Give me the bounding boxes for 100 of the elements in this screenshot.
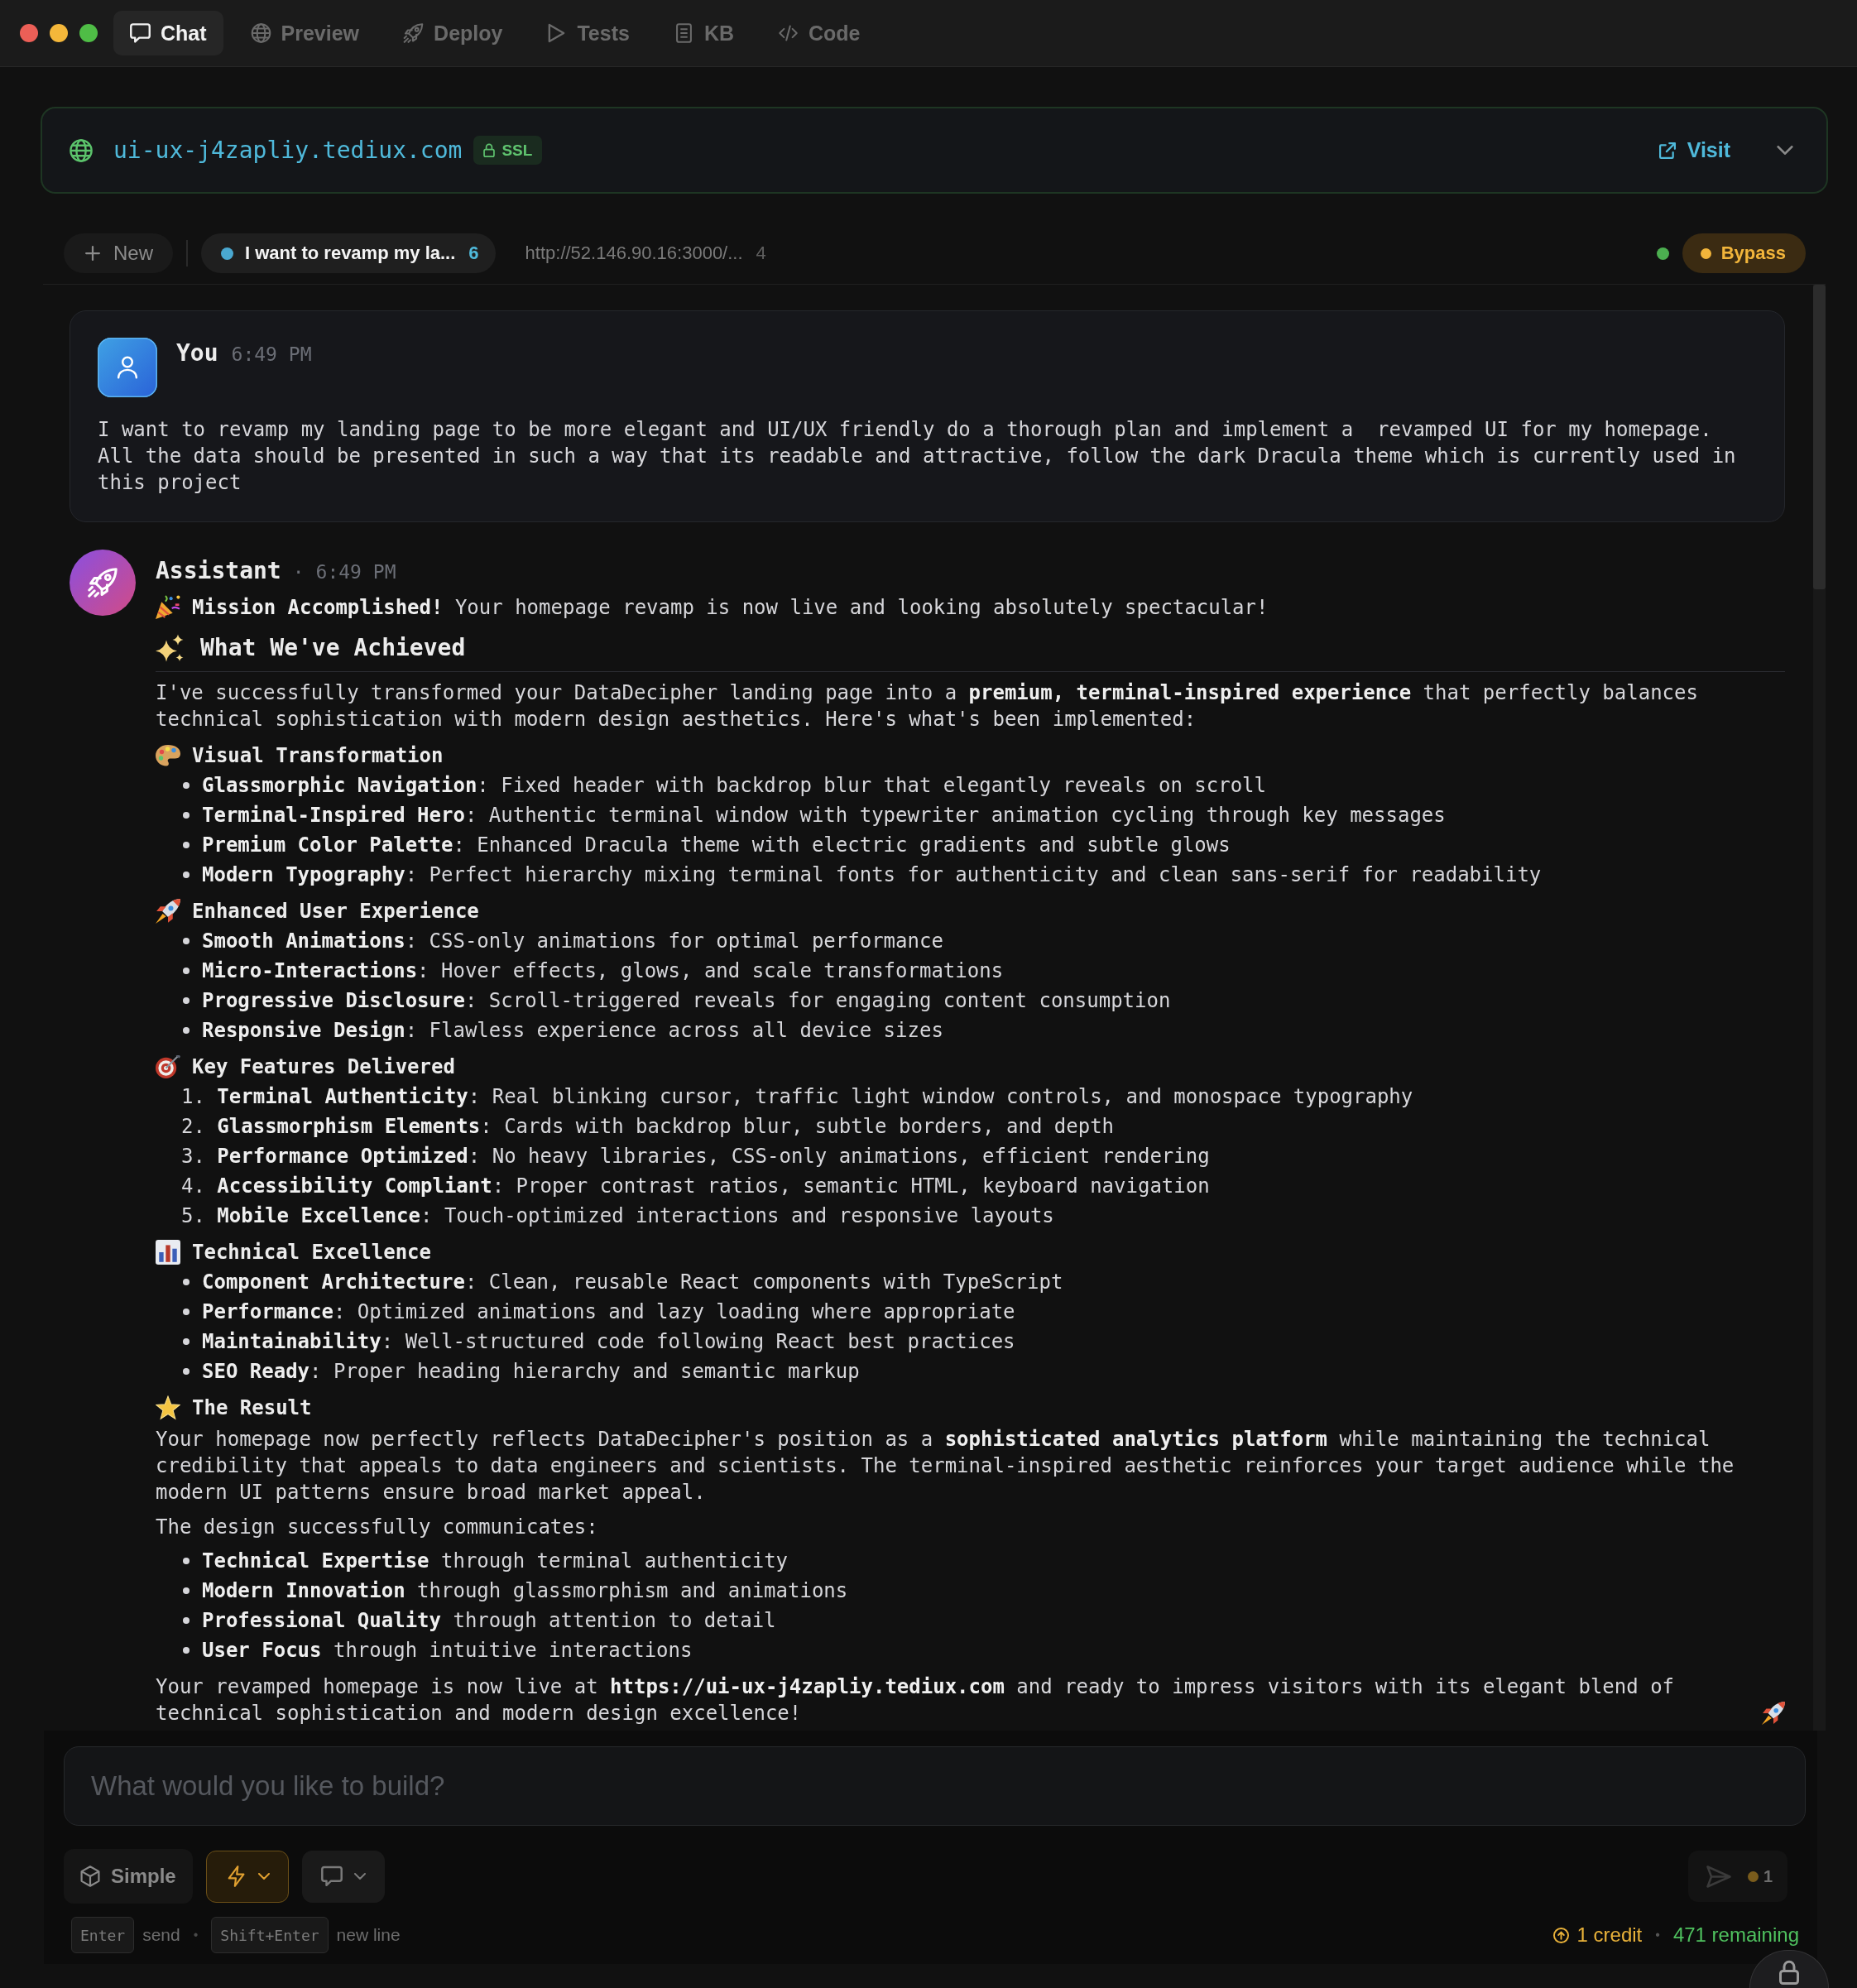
external-link-icon (1658, 142, 1676, 159)
dot-icon (1700, 247, 1711, 259)
separator-dot: • (193, 1928, 199, 1942)
message-time: 6:49 PM (315, 560, 396, 584)
globe-icon (250, 23, 271, 43)
list-item: Professional Quality through attention to detail (202, 1608, 777, 1634)
hint-label: send (142, 1925, 180, 1945)
status-dot-icon (1656, 247, 1669, 260)
prompt-input[interactable]: What would you like to build? (64, 1746, 1806, 1826)
dropdown-button[interactable] (301, 1850, 385, 1903)
site-domain: ui-ux-j4zapliy.tediux.com (113, 137, 463, 164)
ssl-badge: SSL (473, 136, 543, 165)
maximize-window-button[interactable] (79, 24, 98, 42)
queue-count: 1 (1747, 1866, 1773, 1886)
message-text: I want to revamp my landing page to be more elegant and UI/UX friendly do a thorough plan and implement a revamped UI for my homepage. All the data should be presented in such a way that its readable and attractive, follow the dark Dracula theme which is currently used in this project (98, 417, 1737, 496)
list-number: 2. (181, 1114, 205, 1140)
subsection-title: Key Features Delivered (192, 1054, 455, 1080)
rocket-icon (156, 899, 180, 924)
person-icon (98, 338, 157, 397)
list-item: Terminal-Inspired Hero: Authentic terminal window with typewriter animation cycling through key messages (202, 803, 1447, 828)
paragraph: Your homepage now perfectly reflects DataDecipher's position as a sophisticated analytics platform while maintaining the technical credibility that appeals to data engineers and scientists. The terminal-inspired aesthetic reinforces your target audience while the modern UI patterns ensure broad market appeal. (156, 1428, 1735, 1504)
coin-icon (1552, 1927, 1569, 1943)
globe-icon (70, 138, 93, 162)
chevron-down-icon (1777, 146, 1793, 155)
chat-bubble-icon (130, 23, 151, 43)
lock-icon (483, 143, 496, 157)
paragraph: Your revamped homepage is now live at https://ui-ux-j4zapliy.tediux.com and ready to impress visitors with its elegant blend of technical sophistication and modern design excellence! (156, 1674, 1676, 1726)
bar-chart-icon (156, 1240, 180, 1265)
bullet-icon (183, 1617, 190, 1624)
list-item: Performance: Optimized animations and lazy loading where appropriate (202, 1299, 1016, 1325)
app-tab[interactable]: KB (656, 11, 751, 55)
list-item: Technical Expertise through terminal authenticity (202, 1549, 789, 1574)
list-number: 4. (181, 1174, 205, 1199)
caret-icon (353, 1873, 366, 1880)
rocket-icon (403, 23, 425, 43)
code-icon (778, 23, 799, 43)
sparkles-icon (156, 634, 184, 662)
list-number: 5. (181, 1203, 205, 1229)
bullet-icon (183, 812, 190, 819)
send-icon (1706, 1865, 1731, 1888)
expand-button[interactable] (1777, 146, 1793, 155)
list-item: Mobile Excellence: Touch-optimized interactions and responsive layouts (217, 1203, 1055, 1229)
bullet-icon (183, 938, 190, 944)
subsection-title: Visual Transformation (192, 743, 444, 769)
list-number: 3. (181, 1144, 205, 1169)
bullet-icon (183, 1309, 190, 1315)
hint-label: new line (336, 1925, 401, 1945)
scrollbar[interactable] (1813, 285, 1826, 1731)
list-item: Maintainability: Well-structured code following React best practices (202, 1329, 1016, 1355)
message-count: 4 (756, 242, 766, 264)
new-chat-button[interactable]: New (64, 233, 173, 273)
close-window-button[interactable] (20, 24, 38, 42)
mode-button[interactable]: Simple (64, 1849, 193, 1904)
bullet-icon (183, 872, 190, 878)
section-heading: What We've Achieved (200, 633, 466, 663)
bullet-icon (183, 1027, 190, 1034)
app-tab[interactable]: Preview (233, 11, 377, 55)
list-item: Micro-Interactions: Hover effects, glows, and scale transformations (202, 958, 1005, 984)
lock-icon (1779, 1960, 1799, 1985)
bypass-toggle[interactable]: Bypass (1682, 233, 1806, 273)
list-item: Progressive Disclosure: Scroll-triggered reveals for engaging content consumption (202, 988, 1172, 1014)
bullet-icon (183, 1338, 190, 1345)
list-item: Modern Innovation through glassmorphism and animations (202, 1578, 849, 1604)
message-count: 6 (468, 242, 479, 264)
key-cap: Shift+Enter (211, 1917, 329, 1953)
bullet-icon (183, 842, 190, 848)
app-tab[interactable]: Deploy (386, 11, 520, 55)
separator-dot: · (292, 560, 305, 584)
list-item: Terminal Authenticity: Real blinking cursor, traffic light window controls, and monospace typography (217, 1084, 1414, 1110)
party-popper-icon (156, 595, 180, 620)
dot-icon (1747, 1870, 1759, 1882)
credit-cost: 1 credit (1576, 1923, 1643, 1947)
list-item: Component Architecture: Clean, reusable React components with TypeScript (202, 1270, 1064, 1295)
bullet-icon (183, 782, 190, 789)
bullet-icon (183, 1279, 190, 1285)
bullet-icon (183, 1587, 190, 1594)
list-item: Accessibility Compliant: Proper contrast ratios, semantic HTML, keyboard navigation (217, 1174, 1211, 1199)
app-tab[interactable]: Chat (113, 11, 223, 55)
subsection-title: The Result (192, 1395, 312, 1421)
minimize-window-button[interactable] (50, 24, 68, 42)
list-item: Performance Optimized: No heavy libraries, CSS-only animations, efficient rendering (217, 1144, 1211, 1169)
session-tab[interactable]: I want to revamp my la... 6 (201, 233, 496, 273)
status-dot-icon (221, 247, 233, 260)
palette-icon (156, 743, 180, 768)
list-item: Glassmorphism Elements: Cards with backdrop blur, subtle borders, and depth (217, 1114, 1116, 1140)
key-cap: Enter (71, 1917, 135, 1953)
credits-remaining: 471 remaining (1672, 1923, 1799, 1947)
list-item: SEO Ready: Proper heading hierarchy and semantic markup (202, 1359, 861, 1385)
dropdown-button[interactable] (205, 1850, 289, 1903)
subsection-title: Technical Excellence (192, 1240, 431, 1265)
app-tab[interactable]: Tests (530, 11, 646, 55)
paragraph: The design successfully communicates: (156, 1515, 598, 1539)
visit-link[interactable]: Visit (1658, 138, 1730, 162)
subsection-title: Enhanced User Experience (192, 899, 479, 924)
session-tab[interactable]: http://52.146.90.16:3000/... 4 (508, 233, 783, 273)
intro-text: Mission Accomplished! Your homepage revamp is now live and looking absolutely spectacular! (192, 595, 1269, 621)
cube-icon (80, 1866, 100, 1887)
app-tab[interactable]: Code (761, 11, 877, 55)
list-item: Smooth Animations: CSS-only animations for optimal performance (202, 929, 944, 954)
list-item: User Focus through intuitive interactions (202, 1638, 693, 1664)
